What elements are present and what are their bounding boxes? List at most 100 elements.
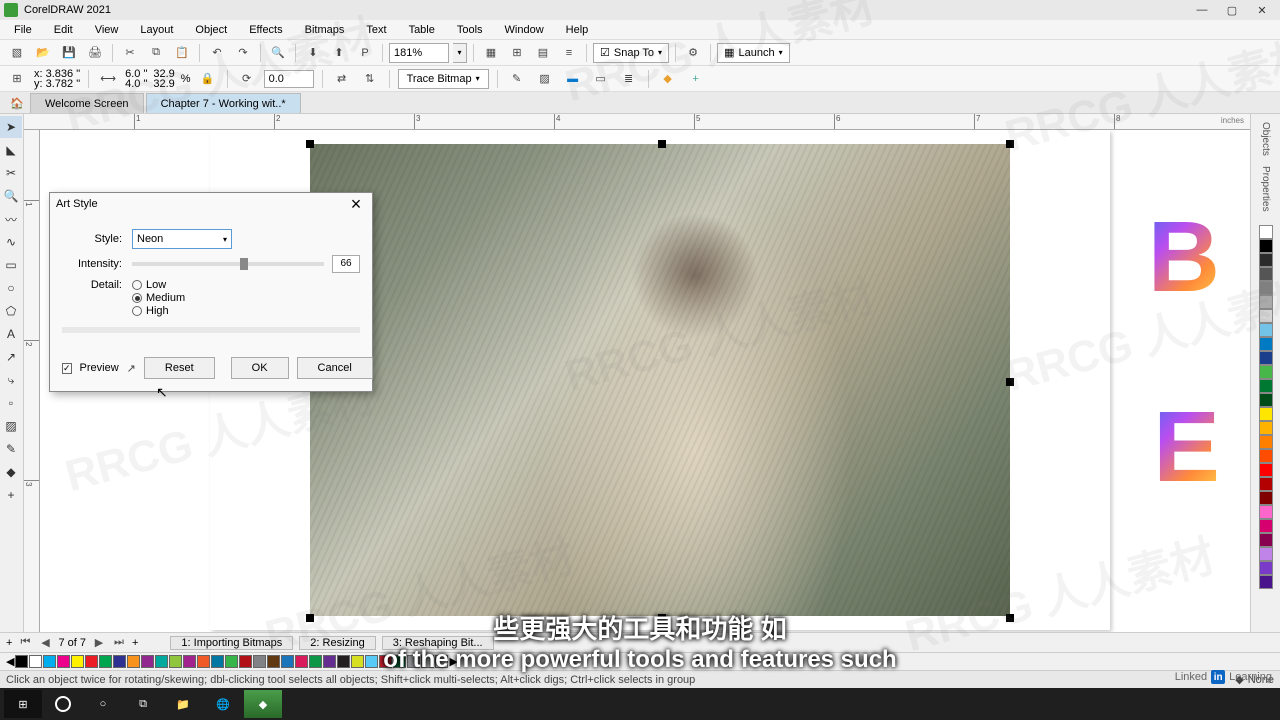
mirror-h-icon[interactable]: ⇄ [331, 68, 353, 90]
artistic-tool[interactable]: ∿ [0, 231, 22, 253]
menu-file[interactable]: File [4, 22, 42, 38]
palette-swatch[interactable] [197, 655, 210, 668]
ok-button[interactable]: OK [231, 357, 289, 379]
color-swatch[interactable] [1259, 337, 1273, 351]
color-swatch[interactable] [1259, 295, 1273, 309]
order-icon[interactable]: ◆ [657, 68, 679, 90]
palette-swatch[interactable] [57, 655, 70, 668]
close-button[interactable]: ✕ [1248, 2, 1276, 18]
cancel-button[interactable]: Cancel [297, 357, 373, 379]
color-swatch[interactable] [1259, 463, 1273, 477]
dialog-close-icon[interactable]: × [346, 194, 366, 214]
save-icon[interactable]: 💾 [58, 42, 80, 64]
redo-icon[interactable]: ↷ [232, 42, 254, 64]
menu-help[interactable]: Help [556, 22, 599, 38]
crop-tool[interactable]: ✂ [0, 162, 22, 184]
palette-swatch[interactable] [43, 655, 56, 668]
color-swatch[interactable] [1259, 561, 1273, 575]
palette-swatch[interactable] [113, 655, 126, 668]
menu-window[interactable]: Window [495, 22, 554, 38]
snap-menu[interactable]: ☑Snap To▾ [593, 43, 669, 63]
task-view-icon[interactable]: ⧉ [124, 690, 162, 718]
color-swatch[interactable] [1259, 533, 1273, 547]
maximize-button[interactable]: ▢ [1218, 2, 1246, 18]
polygon-tool[interactable]: ⬠ [0, 300, 22, 322]
palette-swatch[interactable] [421, 655, 434, 668]
page-tab-1[interactable]: 1: Importing Bitmaps [170, 636, 293, 650]
color-swatch[interactable] [1259, 281, 1273, 295]
palette-swatch[interactable] [225, 655, 238, 668]
menu-bitmaps[interactable]: Bitmaps [295, 22, 355, 38]
start-button[interactable]: ⊞ [4, 690, 42, 718]
rotation-input[interactable]: 0.0 [264, 70, 314, 88]
color-swatch[interactable] [1259, 547, 1273, 561]
export-icon[interactable]: ⬆ [328, 42, 350, 64]
palette-swatch[interactable] [337, 655, 350, 668]
palette-swatch[interactable] [211, 655, 224, 668]
text-tool[interactable]: A [0, 323, 22, 345]
menu-table[interactable]: Table [399, 22, 445, 38]
color-swatch[interactable] [1259, 477, 1273, 491]
undo-icon[interactable]: ↶ [206, 42, 228, 64]
scale-y[interactable]: 32.9 [153, 79, 174, 89]
color-swatch[interactable] [1259, 449, 1273, 463]
add-page-icon[interactable]: + [6, 637, 12, 649]
edit-bitmap-icon[interactable]: ✎ [506, 68, 528, 90]
palette-swatch[interactable] [267, 655, 280, 668]
color-swatch[interactable] [1259, 407, 1273, 421]
resample-icon[interactable]: ▨ [534, 68, 556, 90]
menu-text[interactable]: Text [356, 22, 396, 38]
pdf-icon[interactable]: P [354, 42, 376, 64]
menu-tools[interactable]: Tools [447, 22, 493, 38]
color-swatch[interactable] [1259, 351, 1273, 365]
last-page[interactable]: ⏭ [112, 636, 126, 649]
menu-layout[interactable]: Layout [130, 22, 183, 38]
import-icon[interactable]: ⬇ [302, 42, 324, 64]
intensity-value[interactable]: 66 [332, 255, 360, 273]
prev-page[interactable]: ◀ [38, 636, 52, 649]
sel-handle[interactable] [658, 614, 666, 622]
options-icon[interactable]: ⚙ [682, 42, 704, 64]
cut-icon[interactable]: ✂ [119, 42, 141, 64]
minimize-button[interactable]: — [1188, 2, 1216, 18]
bitmap-image[interactable] [310, 144, 1010, 616]
palette-swatch[interactable] [393, 655, 406, 668]
plus-tool[interactable]: + [0, 484, 22, 506]
sel-handle[interactable] [306, 614, 314, 622]
sel-handle[interactable] [1006, 140, 1014, 148]
rectangle-tool[interactable]: ▭ [0, 254, 22, 276]
palette-swatch[interactable] [281, 655, 294, 668]
shape-tool[interactable]: ◣ [0, 139, 22, 161]
palette-swatch[interactable] [253, 655, 266, 668]
fullscreen-icon[interactable]: ▦ [480, 42, 502, 64]
color-swatch[interactable] [1259, 323, 1273, 337]
page-tab-3[interactable]: 3: Reshaping Bit... [382, 636, 494, 650]
next-page[interactable]: ▶ [92, 636, 106, 649]
chrome-icon[interactable]: 🌐 [204, 690, 242, 718]
new-icon[interactable]: ▧ [6, 42, 28, 64]
palette-swatch[interactable] [323, 655, 336, 668]
sel-handle[interactable] [658, 140, 666, 148]
rulers-icon[interactable]: ⊞ [506, 42, 528, 64]
style-dropdown[interactable]: Neon▾ [132, 229, 232, 249]
connector-tool[interactable]: ⤷ [0, 369, 22, 391]
size-h[interactable]: 4.0 " [125, 79, 147, 89]
tab-welcome[interactable]: Welcome Screen [30, 93, 144, 113]
straighten-icon[interactable]: ▭ [590, 68, 612, 90]
palette-swatch[interactable] [239, 655, 252, 668]
intensity-slider[interactable] [132, 262, 324, 266]
wrap-icon[interactable]: ≣ [618, 68, 640, 90]
palette-swatch[interactable] [155, 655, 168, 668]
detail-high[interactable]: High [132, 305, 185, 317]
add-icon[interactable]: + [685, 68, 707, 90]
search-button[interactable] [44, 690, 82, 718]
zoom-tool[interactable]: 🔍 [0, 185, 22, 207]
page-tab-2[interactable]: 2: Resizing [299, 636, 375, 650]
open-icon[interactable]: 📂 [32, 42, 54, 64]
palette-swatch[interactable] [435, 655, 448, 668]
palette-swatch[interactable] [351, 655, 364, 668]
drop-shadow-tool[interactable]: ▫ [0, 392, 22, 414]
palette-right[interactable]: ▶ [449, 655, 457, 668]
cortana-icon[interactable]: ○ [84, 690, 122, 718]
parallel-dim-tool[interactable]: ↗ [0, 346, 22, 368]
